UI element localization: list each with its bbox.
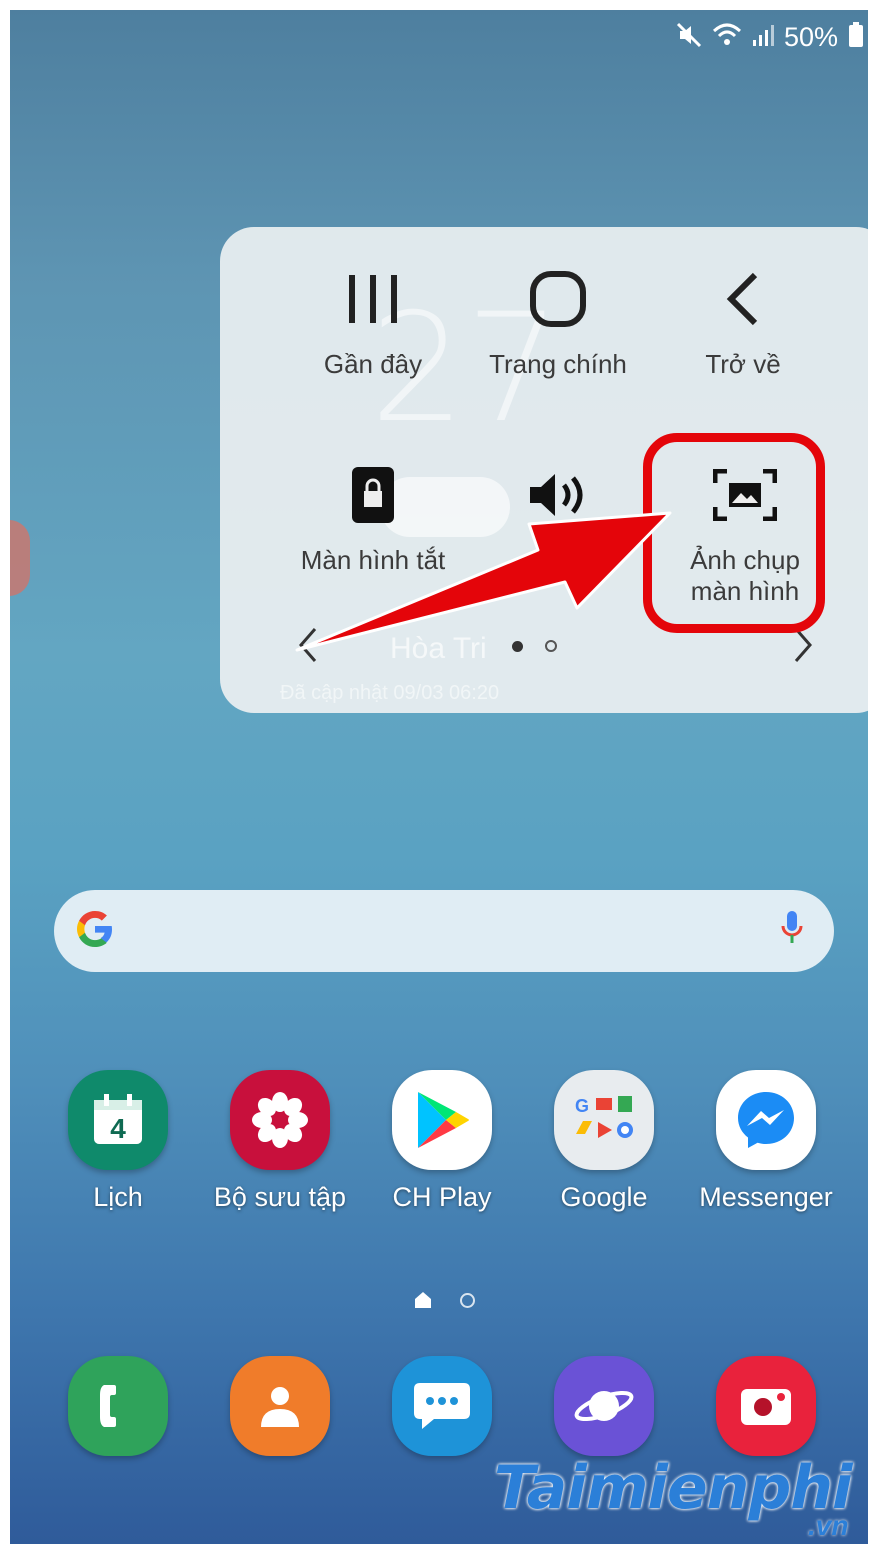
volume-icon bbox=[463, 459, 653, 531]
phone-icon bbox=[68, 1356, 168, 1456]
svg-text:4: 4 bbox=[110, 1113, 126, 1144]
dock-screen-recorder[interactable] bbox=[686, 1356, 846, 1456]
edge-panel-handle[interactable] bbox=[10, 520, 30, 596]
status-bar: 50% bbox=[676, 22, 864, 53]
google-folder-icon: G bbox=[554, 1070, 654, 1170]
menu-item-back[interactable]: Trở về bbox=[648, 263, 838, 380]
menu-item-label: Trang chính bbox=[489, 349, 627, 379]
menu-item-label: Trở về bbox=[705, 349, 781, 379]
dock-messages[interactable] bbox=[362, 1356, 522, 1456]
screen-recorder-icon bbox=[716, 1356, 816, 1456]
google-g-icon bbox=[74, 908, 116, 955]
home-screen: 50% 27 Hòa Tri Đã cập nhật 09/03 06:20 G… bbox=[10, 10, 868, 1544]
lock-icon bbox=[278, 459, 468, 531]
menu-item-label: Gần đây bbox=[323, 349, 423, 379]
app-messenger[interactable]: Messenger bbox=[686, 1070, 846, 1213]
internet-icon bbox=[554, 1356, 654, 1456]
google-search-bar[interactable] bbox=[54, 890, 834, 972]
app-label: Google bbox=[560, 1182, 648, 1212]
menu-page-indicator bbox=[512, 640, 557, 652]
back-icon bbox=[648, 263, 838, 335]
app-folder-google[interactable]: G Google bbox=[524, 1070, 684, 1213]
annotation-highlight-box bbox=[643, 433, 825, 633]
recents-icon bbox=[278, 263, 468, 335]
app-gallery[interactable]: Bộ sưu tập bbox=[200, 1070, 360, 1213]
menu-item-label: Màn hình tắt bbox=[300, 545, 446, 575]
home-page-indicator bbox=[414, 1291, 475, 1309]
background-city: Hòa Tri bbox=[390, 632, 487, 665]
app-label: Bộ sưu tập bbox=[213, 1182, 347, 1212]
signal-icon bbox=[752, 23, 774, 52]
menu-item-recents[interactable]: Gần đây bbox=[278, 263, 468, 380]
menu-item-screen-off[interactable]: Màn hình tắt bbox=[278, 459, 468, 576]
page-dot bbox=[460, 1292, 475, 1308]
home-icon bbox=[463, 263, 653, 335]
home-page-dot-icon bbox=[415, 1292, 431, 1308]
app-label: CH Play bbox=[392, 1182, 492, 1212]
gallery-flower-icon bbox=[230, 1070, 330, 1170]
mic-icon[interactable] bbox=[780, 909, 804, 954]
page-dot-active bbox=[512, 640, 523, 652]
page-dot bbox=[545, 640, 557, 652]
messenger-icon bbox=[716, 1070, 816, 1170]
app-label: Messenger bbox=[699, 1182, 833, 1212]
menu-item-home[interactable]: Trang chính bbox=[463, 263, 653, 380]
app-play-store[interactable]: CH Play bbox=[362, 1070, 522, 1213]
menu-prev-page-icon[interactable] bbox=[298, 627, 318, 668]
watermark-logo: Taimienphi bbox=[494, 1453, 853, 1523]
battery-percent: 50% bbox=[783, 22, 838, 52]
menu-item-volume[interactable] bbox=[463, 459, 653, 545]
play-store-icon bbox=[392, 1070, 492, 1170]
wifi-icon bbox=[712, 23, 742, 52]
calendar-icon: 4 bbox=[68, 1070, 168, 1170]
contacts-icon bbox=[230, 1356, 330, 1456]
battery-icon bbox=[848, 22, 864, 53]
messages-icon bbox=[392, 1356, 492, 1456]
background-updated: Đã cập nhật 09/03 06:20 bbox=[280, 682, 500, 704]
mute-icon bbox=[676, 22, 702, 53]
svg-text:G: G bbox=[575, 1096, 589, 1116]
menu-next-page-icon[interactable] bbox=[793, 627, 813, 668]
app-calendar[interactable]: 4 Lịch bbox=[38, 1070, 198, 1213]
dock-internet[interactable] bbox=[524, 1356, 684, 1456]
dock-contacts[interactable] bbox=[200, 1356, 360, 1456]
app-label: Lịch bbox=[93, 1182, 143, 1212]
watermark-domain: .vn bbox=[808, 1510, 849, 1541]
dock-phone[interactable] bbox=[38, 1356, 198, 1456]
